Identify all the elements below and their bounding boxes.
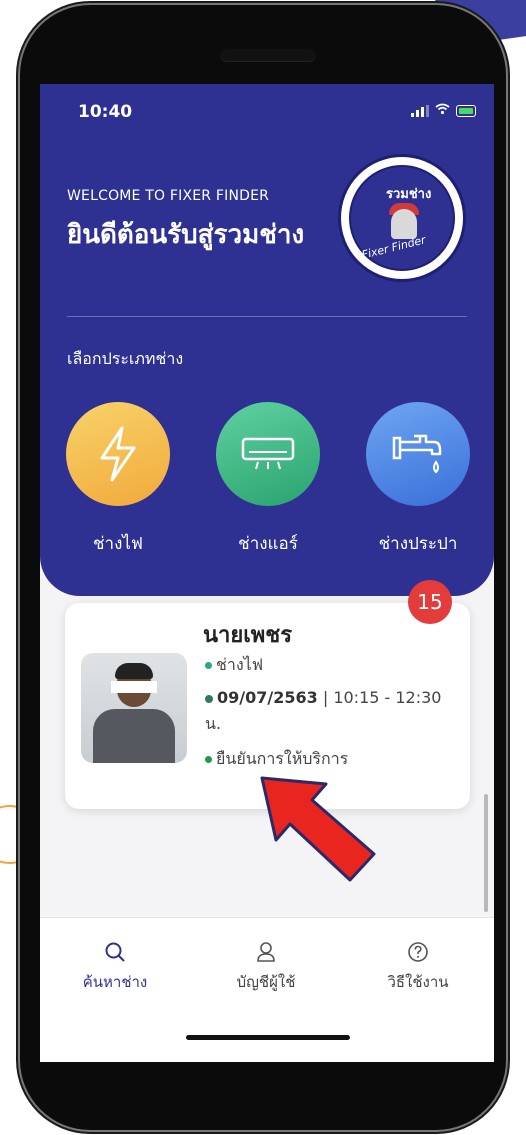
category-heading: เลือกประเภทช่าง [67,349,184,368]
app-screen: 10:40 WELCOME TO FIXER FINDER ยินดีต้อนร… [40,84,494,1062]
privacy-mask [111,681,157,693]
battery-icon [456,105,476,117]
tab-search-technician[interactable]: ค้นหาช่าง [60,940,170,994]
tab-label: ค้นหาช่าง [82,973,148,991]
dot-icon [205,756,212,763]
status-icons [411,103,476,119]
logo-emblem: รวมช่าง Fixer Finder [349,165,455,271]
bottom-tab-bar: ค้นหาช่าง บัญชีผู้ใช้ วิธีใช้งาน [40,917,494,1062]
search-icon [60,940,170,964]
technician-type-row: ช่างไฟ [205,653,263,678]
booking-date: 09/07/2563 [217,688,318,707]
wifi-icon [435,103,450,119]
tab-label: วิธีใช้งาน [387,973,449,991]
category-label: ช่างแอร์ [238,534,298,554]
tab-user-account[interactable]: บัญชีผู้ใช้ [211,940,321,994]
header-divider [67,316,467,317]
logo-top-text: รวมช่าง [386,187,432,202]
category-electrician[interactable]: ช่างไฟ [66,402,170,557]
clock-icon [205,694,213,703]
user-icon [211,940,321,964]
booking-status: ยืนยันการให้บริการ [216,749,349,768]
category-air-technician[interactable]: ช่างแอร์ [216,402,320,557]
schedule-row: 09/07/2563 | 10:15 - 12:30 น. [205,685,455,737]
status-row: ยืนยันการให้บริการ [205,747,348,772]
fixer-finder-logo: รวมช่าง Fixer Finder [338,154,466,282]
phone-frame: 10:40 WELCOME TO FIXER FINDER ยินดีต้อนร… [20,5,506,1130]
technician-type: ช่างไฟ [216,655,264,674]
welcome-subtitle: WELCOME TO FIXER FINDER [67,188,270,204]
dot-icon [205,662,212,669]
category-label: ช่างประปา [378,534,458,554]
signal-icon [411,105,429,117]
air-conditioner-icon[interactable] [216,402,320,506]
logo-figure [391,209,417,239]
technician-photo [81,653,187,763]
faucet-icon[interactable] [366,402,470,506]
speaker-notch [220,49,316,62]
header-panel: 10:40 WELCOME TO FIXER FINDER ยินดีต้อนร… [40,84,494,596]
help-icon [363,940,473,964]
status-time: 10:40 [78,102,133,122]
welcome-title: ยินดีต้อนรับสู่รวมช่าง [67,220,305,250]
lightning-icon[interactable] [66,402,170,506]
notification-badge: 15 [408,580,452,624]
category-plumber[interactable]: ช่างประปา [366,402,470,557]
technician-name: นายเพชร [203,623,293,648]
home-indicator[interactable] [186,1035,350,1040]
category-label: ช่างไฟ [93,534,143,554]
tab-label: บัญชีผู้ใช้ [236,973,296,991]
tab-how-to-use[interactable]: วิธีใช้งาน [363,940,473,994]
scrollbar[interactable] [484,794,488,912]
pointer-arrow-icon [260,776,376,882]
